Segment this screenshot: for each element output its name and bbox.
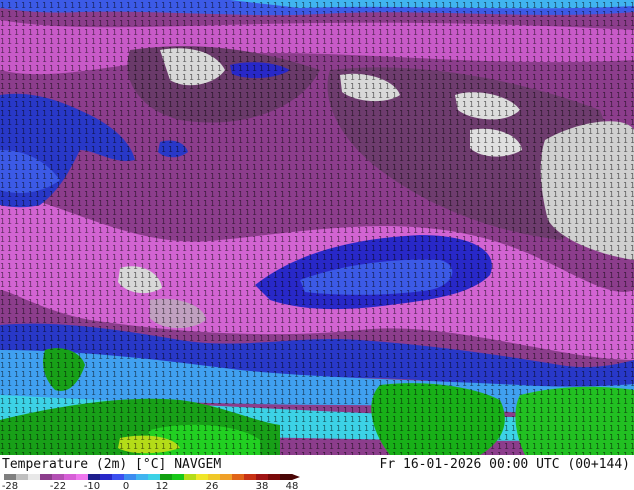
legend-tick-label: 26 [206,481,219,490]
model-label: NAVGEM [174,457,222,472]
legend-swatch [28,474,41,480]
legend-swatch [100,474,113,480]
legend-swatch [268,474,281,480]
legend-swatch [16,474,29,480]
legend-swatch [184,474,197,480]
legend-swatch [256,474,269,480]
parameter-caption: Temperature (2m) [°C] NAVGEM [2,457,221,472]
legend-swatch [172,474,185,480]
value-labels-overlay [0,0,634,455]
legend-tick-label: -10 [84,481,100,490]
legend-tick-label: -22 [50,481,66,490]
legend-swatch [40,474,53,480]
color-scale-legend: -28 -22 -10 0 12 26 38 48 [2,474,300,490]
valid-time-label: Fr 16-01-2026 00:00 UTC (00+144) [379,457,630,472]
legend-swatch [52,474,65,480]
legend-tick-label: 38 [256,481,269,490]
legend-tick-label: 0 [123,481,129,490]
legend-swatch [124,474,137,480]
legend-swatch [112,474,125,480]
legend-swatch [160,474,173,480]
legend-swatch [196,474,209,480]
legend-swatch [220,474,233,480]
legend-tick-label: -28 [2,481,18,490]
legend-swatch [64,474,77,480]
legend-swatch [148,474,161,480]
legend-swatch [244,474,257,480]
parameter-label: Temperature (2m) [°C] [2,457,167,472]
legend-swatch [4,474,17,480]
legend-swatch [280,474,293,480]
legend-swatch [76,474,89,480]
legend-swatch [136,474,149,480]
legend-tick-label: 48 [286,481,299,490]
legend-tick-label: 12 [156,481,169,490]
temperature-map: 1 [0,0,634,455]
legend-swatch [88,474,101,480]
map-footer: Temperature (2m) [°C] NAVGEM Fr 16-01-20… [0,455,634,490]
legend-swatch [208,474,221,480]
legend-swatch [232,474,245,480]
legend-arrow [292,474,300,480]
